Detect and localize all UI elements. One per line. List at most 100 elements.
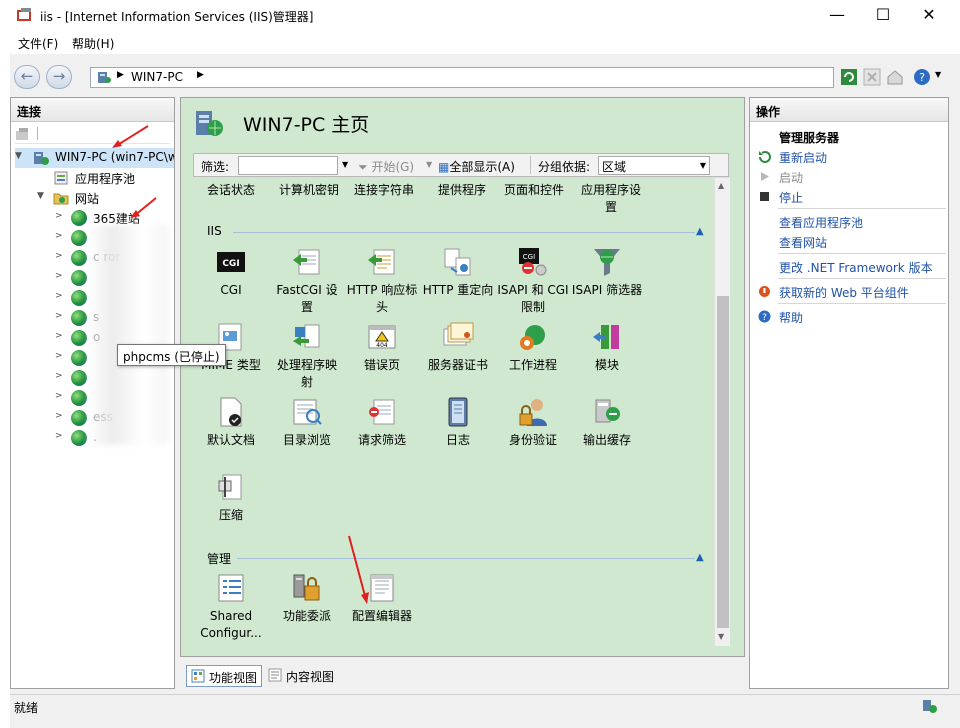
collapse-section-icon[interactable]: ▲ xyxy=(696,552,704,563)
feature-shared-config[interactable]: Shared Configur... xyxy=(193,572,269,642)
start-link[interactable]: 启动 xyxy=(779,169,803,186)
feature-default-document[interactable]: 默认文档 xyxy=(193,396,269,449)
scroll-thumb[interactable] xyxy=(717,296,729,628)
network-status-icon xyxy=(923,700,937,713)
feature-error-page[interactable]: 404 错误页 xyxy=(344,321,420,374)
tree-node-server[interactable]: ▼ WIN7-PC (win7-PC\w xyxy=(15,148,174,168)
tab-features-view[interactable]: 功能视图 xyxy=(186,665,262,687)
expand-icon[interactable]: > xyxy=(55,391,65,401)
view-app-pools-link[interactable]: 查看应用程序池 xyxy=(779,214,863,231)
feature-delegation-icon xyxy=(291,572,323,604)
forward-button[interactable]: → xyxy=(46,65,72,89)
feature-label: 配置编辑器 xyxy=(351,609,412,623)
stop-link[interactable]: 停止 xyxy=(779,189,803,206)
feature-isapi-cgi[interactable]: CGI ISAPI 和 CGI 限制 xyxy=(495,246,571,316)
stop-icon[interactable] xyxy=(863,68,881,86)
filter-dropdown-icon[interactable]: ▼ xyxy=(342,160,348,169)
start-dropdown-icon[interactable]: ▼ xyxy=(426,160,432,169)
feature-label: 身份验证 xyxy=(508,433,557,447)
feature-directory-browsing[interactable]: 目录浏览 xyxy=(269,396,345,449)
breadcrumb-server[interactable]: WIN7-PC xyxy=(131,70,183,84)
collapse-section-icon[interactable]: ▲ xyxy=(696,226,704,237)
scroll-down-icon[interactable]: ▼ xyxy=(718,632,724,641)
feature-label: 工作进程 xyxy=(508,358,557,372)
features-view-icon xyxy=(191,669,205,683)
feature-worker-process[interactable]: 工作进程 xyxy=(495,321,571,374)
help-icon: ? xyxy=(758,310,771,323)
vertical-scrollbar[interactable]: ▲ ▼ xyxy=(714,178,730,646)
start-filter-button[interactable]: ⏷ 开始(G) xyxy=(358,158,414,175)
expand-icon[interactable]: > xyxy=(55,371,65,381)
scroll-up-icon[interactable]: ▲ xyxy=(718,181,724,190)
action-separator xyxy=(778,278,946,279)
expand-icon[interactable]: > xyxy=(55,271,65,281)
feature-http-headers[interactable]: HTTP 响应标 头 xyxy=(344,246,420,316)
manage-server-heading: 管理服务器 xyxy=(779,131,840,145)
collapse-icon[interactable]: ▼ xyxy=(15,151,25,161)
connect-icon[interactable] xyxy=(15,127,31,141)
server-icon xyxy=(34,152,49,165)
menu-help[interactable]: 帮助(H) xyxy=(72,35,114,52)
feature-top-row-item[interactable]: 页面和控件 xyxy=(496,182,572,199)
feature-label: 请求筛选 xyxy=(357,433,406,447)
expand-icon[interactable]: > xyxy=(55,431,65,441)
feature-http-redirect[interactable]: HTTP 重定向 xyxy=(420,246,496,299)
feature-modules[interactable]: 模块 xyxy=(569,321,645,374)
home-page-panel: WIN7-PC 主页 筛选: ▼ ⏷ 开始(G) ▼ ▦全部显示(A) 分组依据… xyxy=(180,97,745,657)
feature-fastcgi[interactable]: FastCGI 设 置 xyxy=(269,246,345,316)
close-button[interactable]: ✕ xyxy=(906,0,952,32)
expand-icon[interactable]: > xyxy=(55,291,65,301)
feature-request-filtering[interactable]: 请求筛选 xyxy=(344,396,420,449)
refresh-icon[interactable] xyxy=(840,68,858,86)
request-filtering-icon xyxy=(366,396,398,428)
feature-top-row-item[interactable]: 应用程序设 置 xyxy=(573,182,649,216)
expand-icon[interactable]: > xyxy=(55,251,65,261)
feature-feature-delegation[interactable]: 功能委派 xyxy=(269,572,345,625)
feature-cgi[interactable]: CGI CGI xyxy=(193,246,269,299)
feature-top-row-item[interactable]: 会话状态 xyxy=(193,182,269,199)
back-button[interactable]: ← xyxy=(14,65,40,89)
feature-top-row-item[interactable]: 计算机密钥 xyxy=(271,182,347,199)
annotation-arrow xyxy=(130,197,157,218)
menu-file[interactable]: 文件(F) xyxy=(18,35,58,52)
breadcrumb-arrow-icon[interactable]: ▶ xyxy=(197,70,204,80)
expand-icon[interactable]: > xyxy=(55,311,65,321)
view-tabs: 功能视图 内容视图 xyxy=(180,662,745,688)
expand-icon[interactable]: > xyxy=(55,331,65,341)
feature-compression[interactable]: 压缩 xyxy=(193,471,269,524)
svg-text:?: ? xyxy=(919,71,925,84)
worker-process-icon xyxy=(517,321,549,353)
change-dotnet-link[interactable]: 更改 .NET Framework 版本 xyxy=(779,259,933,276)
section-manage-label: 管理 xyxy=(207,552,232,566)
help-icon[interactable]: ? xyxy=(913,68,931,86)
restart-link[interactable]: 重新启动 xyxy=(779,149,827,166)
expand-icon[interactable]: > xyxy=(55,351,65,361)
collapse-icon[interactable]: ▼ xyxy=(37,191,47,201)
help-dropdown-icon[interactable]: ▼ xyxy=(935,70,941,79)
feature-top-row-item[interactable]: 提供程序 xyxy=(424,182,500,199)
compression-icon xyxy=(215,471,247,503)
expand-icon[interactable]: > xyxy=(55,211,65,221)
feature-top-row-item[interactable]: 连接字符串 xyxy=(346,182,422,199)
feature-logging[interactable]: 日志 xyxy=(420,396,496,449)
home-icon[interactable] xyxy=(886,68,904,86)
get-web-platform-link[interactable]: 获取新的 Web 平台组件 xyxy=(779,284,909,301)
view-sites-link[interactable]: 查看网站 xyxy=(779,234,827,251)
group-by-select[interactable]: 区域 ▼ xyxy=(598,156,710,175)
feature-handler-mapping[interactable]: 处理程序映 射 xyxy=(269,321,345,391)
minimize-button[interactable]: — xyxy=(814,0,860,32)
help-link[interactable]: 帮助 xyxy=(779,309,803,326)
show-all-button[interactable]: ▦全部显示(A) xyxy=(438,158,515,175)
feature-authentication[interactable]: 身份验证 xyxy=(495,396,571,449)
maximize-button[interactable]: ☐ xyxy=(860,0,906,32)
feature-output-cache[interactable]: 输出缓存 xyxy=(569,396,645,449)
address-bar[interactable]: ▶ WIN7-PC ▶ xyxy=(90,67,834,88)
expand-icon[interactable]: > xyxy=(55,411,65,421)
http-redirect-icon xyxy=(442,246,474,278)
filter-input[interactable] xyxy=(238,156,338,175)
feature-certificate[interactable]: 服务器证书 xyxy=(420,321,496,374)
funnel-icon: ⏷ xyxy=(358,160,368,174)
tab-content-view[interactable]: 内容视图 xyxy=(264,665,354,687)
expand-icon[interactable]: > xyxy=(55,231,65,241)
feature-isapi-filter[interactable]: ISAPI 筛选器 xyxy=(569,246,645,299)
